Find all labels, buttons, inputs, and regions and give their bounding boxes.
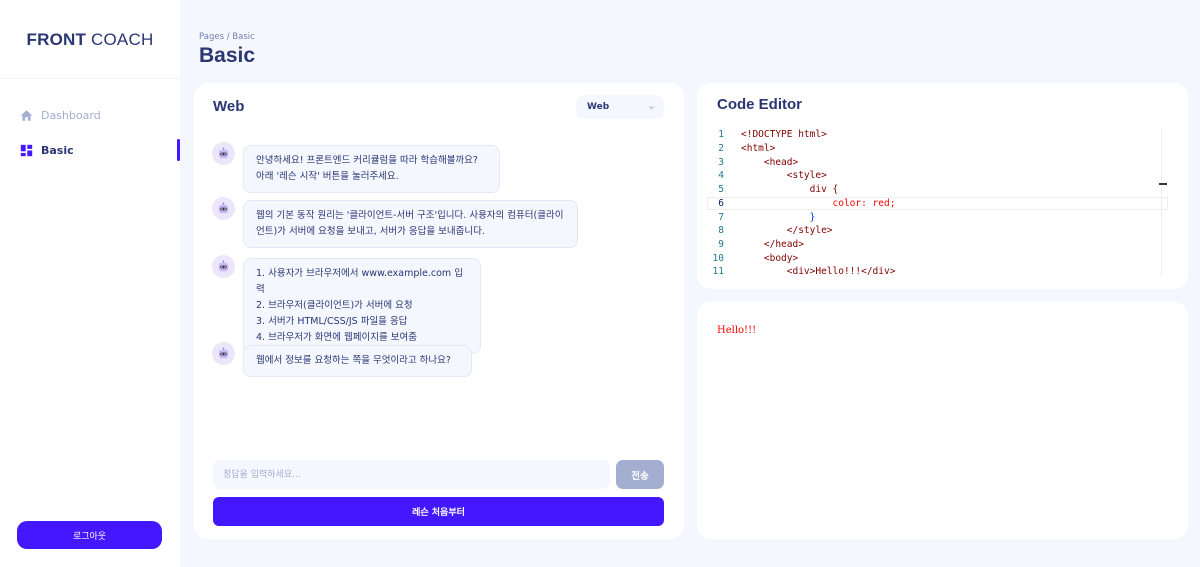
chat-message: 웹의 기본 동작 원리는 '클라이언트-서버 구조'입니다. 사용자의 컴퓨터(… (212, 197, 578, 248)
bot-avatar (212, 342, 235, 365)
code-line: 11 <div>Hello!!!</div> (707, 265, 1168, 279)
code-line: 4 <style> (707, 169, 1168, 183)
web-panel-title: Web (213, 98, 245, 115)
code-text: color: red; (741, 197, 896, 209)
code-editor[interactable]: 1 <!DOCTYPE html> 2 <html> 3 <head> 4 <s… (707, 128, 1168, 278)
code-line: 10 <body> (707, 251, 1168, 265)
bot-avatar (212, 255, 235, 278)
code-editor-panel: Code Editor 1 <!DOCTYPE html> 2 <html> 3… (697, 83, 1188, 289)
code-editor-title: Code Editor (717, 96, 802, 113)
line-number: 6 (718, 197, 724, 209)
topic-select-value: Web (587, 102, 610, 112)
logout-button[interactable]: 로그아웃 (17, 521, 162, 549)
brand-logo[interactable]: FRONT COACH (0, 30, 180, 50)
chat-message: 안녕하세요! 프론트엔드 커리큘럼을 따라 학습해볼까요? 아래 '레슨 시작'… (212, 142, 500, 193)
chat-message: 1. 사용자가 브라우저에서 www.example.com 입력 2. 브라우… (212, 255, 481, 354)
robot-icon (218, 147, 229, 159)
brand-name-bold: FRONT (26, 30, 87, 49)
robot-icon (218, 347, 229, 359)
code-line: 2 <html> (707, 142, 1168, 156)
line-number: 2 (718, 143, 724, 155)
preview-output: Hello!!! (717, 325, 757, 336)
bot-avatar (212, 197, 235, 220)
sidebar-item-label: Basic (41, 143, 74, 157)
robot-icon (218, 202, 229, 214)
code-text: div { (741, 184, 839, 196)
sidebar-item-basic[interactable]: Basic (20, 140, 74, 160)
editor-cursor-marker (1159, 183, 1167, 185)
preview-panel: Hello!!! (697, 302, 1188, 539)
chat-bubble: 1. 사용자가 브라우저에서 www.example.com 입력 2. 브라우… (243, 258, 481, 354)
line-number: 4 (718, 170, 724, 182)
line-number: 3 (718, 156, 724, 168)
code-line: 1 <!DOCTYPE html> (707, 128, 1168, 142)
code-text: <html> (741, 143, 776, 155)
chat-bubble: 웹의 기본 동작 원리는 '클라이언트-서버 구조'입니다. 사용자의 컴퓨터(… (243, 200, 578, 248)
chevron-down-icon (649, 105, 654, 109)
code-line: 9 </head> (707, 238, 1168, 252)
topic-select[interactable]: Web (576, 95, 664, 119)
robot-icon (218, 260, 229, 272)
line-number: 9 (718, 238, 724, 250)
editor-scrollbar[interactable] (1161, 127, 1162, 277)
code-text: </style> (741, 225, 833, 237)
chat-message: 웹에서 정보를 요청하는 쪽을 무엇이라고 하나요? (212, 342, 472, 377)
line-number: 11 (712, 266, 724, 278)
line-number: 10 (712, 252, 724, 264)
chat-bubble: 웹에서 정보를 요청하는 쪽을 무엇이라고 하나요? (243, 345, 472, 377)
web-panel: Web Web 안녕하세요! 프론트엔드 커리큘럼을 따라 학습해볼까요? 아래… (194, 83, 684, 539)
page-title: Basic (199, 44, 256, 67)
code-text: <head> (741, 156, 799, 168)
restart-lesson-button[interactable]: 레슨 처음부터 (213, 497, 664, 526)
line-number: 8 (718, 225, 724, 237)
code-text: <style> (741, 170, 827, 182)
answer-input[interactable] (213, 460, 610, 489)
code-text: <div>Hello!!!</div> (741, 266, 896, 278)
code-text: </head> (741, 238, 804, 250)
line-number: 5 (718, 184, 724, 196)
code-text: <!DOCTYPE html> (741, 129, 827, 141)
sidebar-item-dashboard[interactable]: Dashboard (20, 105, 101, 125)
active-indicator (177, 139, 180, 161)
bot-avatar (212, 142, 235, 165)
code-line: 8 </style> (707, 224, 1168, 238)
grid-icon (20, 144, 33, 156)
code-line-current: 6 color: red; (707, 196, 1168, 211)
code-text: } (741, 211, 816, 223)
code-line: 5 div { (707, 183, 1168, 197)
line-number: 1 (718, 129, 724, 141)
sidebar-item-label: Dashboard (41, 108, 101, 122)
home-icon (20, 109, 33, 121)
chat-bubble: 안녕하세요! 프론트엔드 커리큘럼을 따라 학습해볼까요? 아래 '레슨 시작'… (243, 145, 500, 193)
sidebar-divider (0, 78, 180, 79)
code-line: 7 } (707, 210, 1168, 224)
send-button[interactable]: 전송 (616, 460, 664, 489)
line-number: 7 (718, 211, 724, 223)
sidebar: FRONT COACH Dashboard Basic 로그아웃 (0, 0, 180, 567)
brand-name-light: COACH (91, 30, 154, 49)
code-line: 3 <head> (707, 155, 1168, 169)
code-text: <body> (741, 252, 799, 264)
breadcrumb: Pages / Basic (199, 32, 255, 42)
